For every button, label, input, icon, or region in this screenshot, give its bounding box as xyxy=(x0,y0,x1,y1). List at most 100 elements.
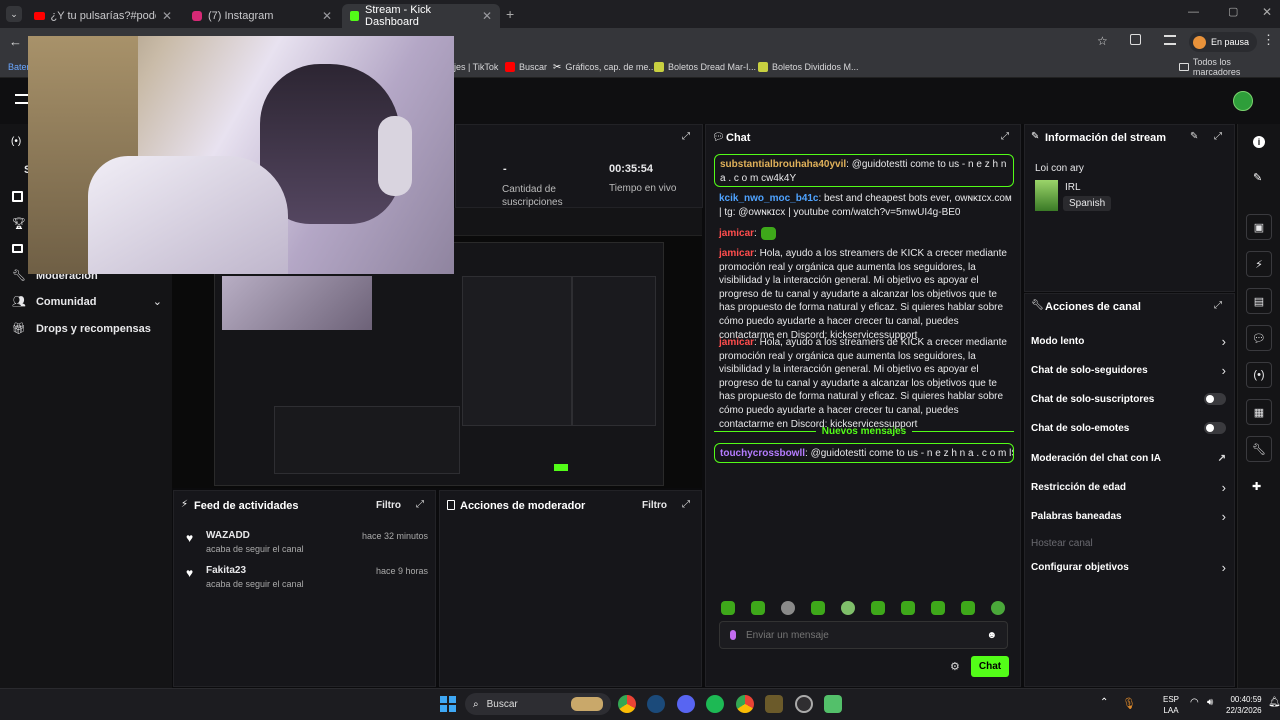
live-widget-icon[interactable]: (•) xyxy=(1246,362,1272,388)
tray-chevron-up-icon[interactable]: ⌃ xyxy=(1100,697,1108,708)
profile-chip[interactable]: En pausa xyxy=(1189,32,1258,52)
microphone-icon[interactable] xyxy=(730,630,736,640)
chat-input-box[interactable]: ☻ xyxy=(719,621,1008,649)
mod-filter-button[interactable]: Filtro xyxy=(642,500,667,511)
spotify-icon[interactable] xyxy=(706,695,724,713)
minimize-icon[interactable]: — xyxy=(1188,6,1199,18)
chrome-icon[interactable] xyxy=(618,695,636,713)
bookmark-item[interactable]: jes | TikTok xyxy=(454,60,498,74)
chat-input[interactable] xyxy=(746,629,977,641)
edit-pencil-icon[interactable]: ✎ xyxy=(1253,171,1262,184)
media-icon[interactable] xyxy=(12,244,23,253)
emote-icon[interactable] xyxy=(961,601,975,615)
kick-studio-icon[interactable] xyxy=(824,695,842,713)
info-icon[interactable]: i xyxy=(1253,136,1265,148)
sidebar-item-drops[interactable]: 🎁︎ Drops y recompensas xyxy=(12,322,151,336)
bookmark-item[interactable]: Bater xyxy=(8,60,30,74)
action-modo-lento[interactable]: Modo lento › xyxy=(1031,334,1226,349)
expand-icon[interactable]: ⤢ xyxy=(1214,131,1222,142)
chat-username[interactable]: substantialbrouhaha40yvil xyxy=(720,159,846,170)
emote-icon[interactable] xyxy=(931,601,945,615)
emote-icon[interactable] xyxy=(901,601,915,615)
toggle-switch[interactable] xyxy=(1204,393,1226,405)
widget-toggle-icon[interactable]: ▣ xyxy=(1246,214,1272,240)
menu-dots-icon[interactable]: ⋮ xyxy=(1262,33,1275,46)
tab-list-chevron-icon[interactable]: ⌄ xyxy=(6,6,22,22)
tab-youtube[interactable]: ¿Y tu pulsarías?#podcast #clip ✕ xyxy=(26,4,180,28)
maximize-icon[interactable]: ▢ xyxy=(1228,5,1238,18)
expand-icon[interactable]: ⤢ xyxy=(682,131,690,142)
toggle-switch[interactable] xyxy=(1204,422,1226,434)
emote-icon[interactable] xyxy=(871,601,885,615)
chat-message[interactable]: jamicar: Hola, ayudo a los streamers de … xyxy=(719,247,1014,342)
app-icon[interactable] xyxy=(765,695,783,713)
action-moderacion-ia[interactable]: Moderación del chat con IA ↗ xyxy=(1031,451,1226,465)
steam-icon[interactable] xyxy=(647,695,665,713)
edit-icon[interactable]: ✎ xyxy=(1190,131,1198,142)
tray-clock[interactable]: 00:40:59 22/3/2026 xyxy=(1226,694,1262,716)
chat-widget-icon[interactable]: 💬︎ xyxy=(1246,325,1272,351)
send-chat-button[interactable]: Chat xyxy=(971,656,1009,677)
discord-icon[interactable] xyxy=(677,695,695,713)
chat-username[interactable]: kcik_nwo_moc_b41c xyxy=(719,193,819,204)
chat-message-highlighted[interactable]: substantialbrouhaha40yvil: @guidotestti … xyxy=(714,154,1014,187)
action-solo-suscriptores[interactable]: Chat de solo-suscriptores xyxy=(1031,392,1226,406)
user-avatar[interactable] xyxy=(1233,91,1253,111)
emote-icon[interactable] xyxy=(811,601,825,615)
chat-username[interactable]: jamicar xyxy=(719,227,754,241)
bookmark-item[interactable]: ✂ Gráficos, cap. de me... xyxy=(553,60,656,74)
notification-icon[interactable]: 🔔︎ xyxy=(1268,697,1280,708)
emote-icon[interactable] xyxy=(781,601,795,615)
tab-kick-dashboard[interactable]: Stream - Kick Dashboard ✕ xyxy=(342,4,500,28)
extensions-icon[interactable] xyxy=(1130,34,1141,45)
action-palabras-baneadas[interactable]: Palabras baneadas › xyxy=(1031,509,1226,524)
taskbar-search[interactable]: ⌕ Buscar xyxy=(465,693,611,715)
wrench-widget-icon[interactable]: 🔧︎ xyxy=(1246,436,1272,462)
wifi-icon[interactable]: ◠ xyxy=(1190,697,1199,708)
expand-icon[interactable]: ⤢ xyxy=(1214,300,1222,311)
expand-icon[interactable]: ⤢ xyxy=(1001,131,1009,142)
log-widget-icon[interactable]: ▤ xyxy=(1246,288,1272,314)
tab-instagram[interactable]: (7) Instagram ✕ xyxy=(184,4,340,28)
chat-username[interactable]: jamicar xyxy=(719,248,754,259)
sidebar-item-comunidad[interactable]: 👥︎ Comunidad ⌄ xyxy=(12,295,162,309)
chat-message[interactable]: jamicar: xyxy=(719,227,1014,241)
obs-icon[interactable] xyxy=(795,695,813,713)
emote-icon[interactable] xyxy=(991,601,1005,615)
chrome-profile-icon[interactable] xyxy=(736,695,754,713)
reading-list-icon[interactable] xyxy=(1164,35,1176,45)
close-tab-icon[interactable]: ✕ xyxy=(162,9,172,23)
bookmark-item[interactable]: Buscar xyxy=(505,60,547,74)
close-tab-icon[interactable]: ✕ xyxy=(482,9,492,23)
close-window-icon[interactable]: ✕ xyxy=(1262,5,1272,19)
tray-language[interactable]: ESP LAA xyxy=(1163,694,1179,716)
stats-widget-icon[interactable]: ▦ xyxy=(1246,399,1272,425)
action-solo-emotes[interactable]: Chat de solo-emotes xyxy=(1031,421,1226,435)
volume-icon[interactable]: 🔊︎ xyxy=(1207,697,1213,708)
emote-icon[interactable] xyxy=(721,601,735,615)
windows-start-icon[interactable] xyxy=(440,696,456,712)
close-tab-icon[interactable]: ✕ xyxy=(322,9,332,23)
chat-settings-gear-icon[interactable]: ⚙ xyxy=(950,660,960,673)
chat-message-highlighted[interactable]: touchycrossbowll: @guidotestti come to u… xyxy=(714,443,1014,463)
hamburger-menu-icon[interactable] xyxy=(15,94,28,104)
mic-tray-icon[interactable]: 🎙︎ xyxy=(1122,697,1136,710)
action-configurar-objetivos[interactable]: Configurar objetivos › xyxy=(1031,560,1226,575)
bookmark-star-icon[interactable]: ☆ xyxy=(1097,34,1108,48)
add-widget-icon[interactable]: ✚ xyxy=(1252,480,1261,493)
analytics-icon[interactable] xyxy=(12,191,23,202)
expand-icon[interactable]: ⤢ xyxy=(682,499,690,510)
expand-icon[interactable]: ⤢ xyxy=(416,499,424,510)
activity-filter-button[interactable]: Filtro xyxy=(376,500,401,511)
live-icon[interactable]: (•) xyxy=(11,136,21,147)
emoji-icon[interactable]: ☻ xyxy=(986,630,997,641)
back-icon[interactable]: ← xyxy=(9,34,22,49)
bolt-widget-icon[interactable]: ⚡︎ xyxy=(1246,251,1272,277)
emote-icon[interactable] xyxy=(841,601,855,615)
bookmark-item[interactable]: Boletos Divididos M... xyxy=(758,60,859,74)
chat-username[interactable]: touchycrossbowll xyxy=(720,448,805,459)
trophy-icon[interactable]: 🏆︎ xyxy=(12,217,26,230)
action-restriccion-edad[interactable]: Restricción de edad › xyxy=(1031,480,1226,495)
all-bookmarks[interactable]: Todos los marcadores xyxy=(1179,57,1280,77)
bookmark-item[interactable]: Boletos Dread Mar-I... xyxy=(654,60,756,74)
